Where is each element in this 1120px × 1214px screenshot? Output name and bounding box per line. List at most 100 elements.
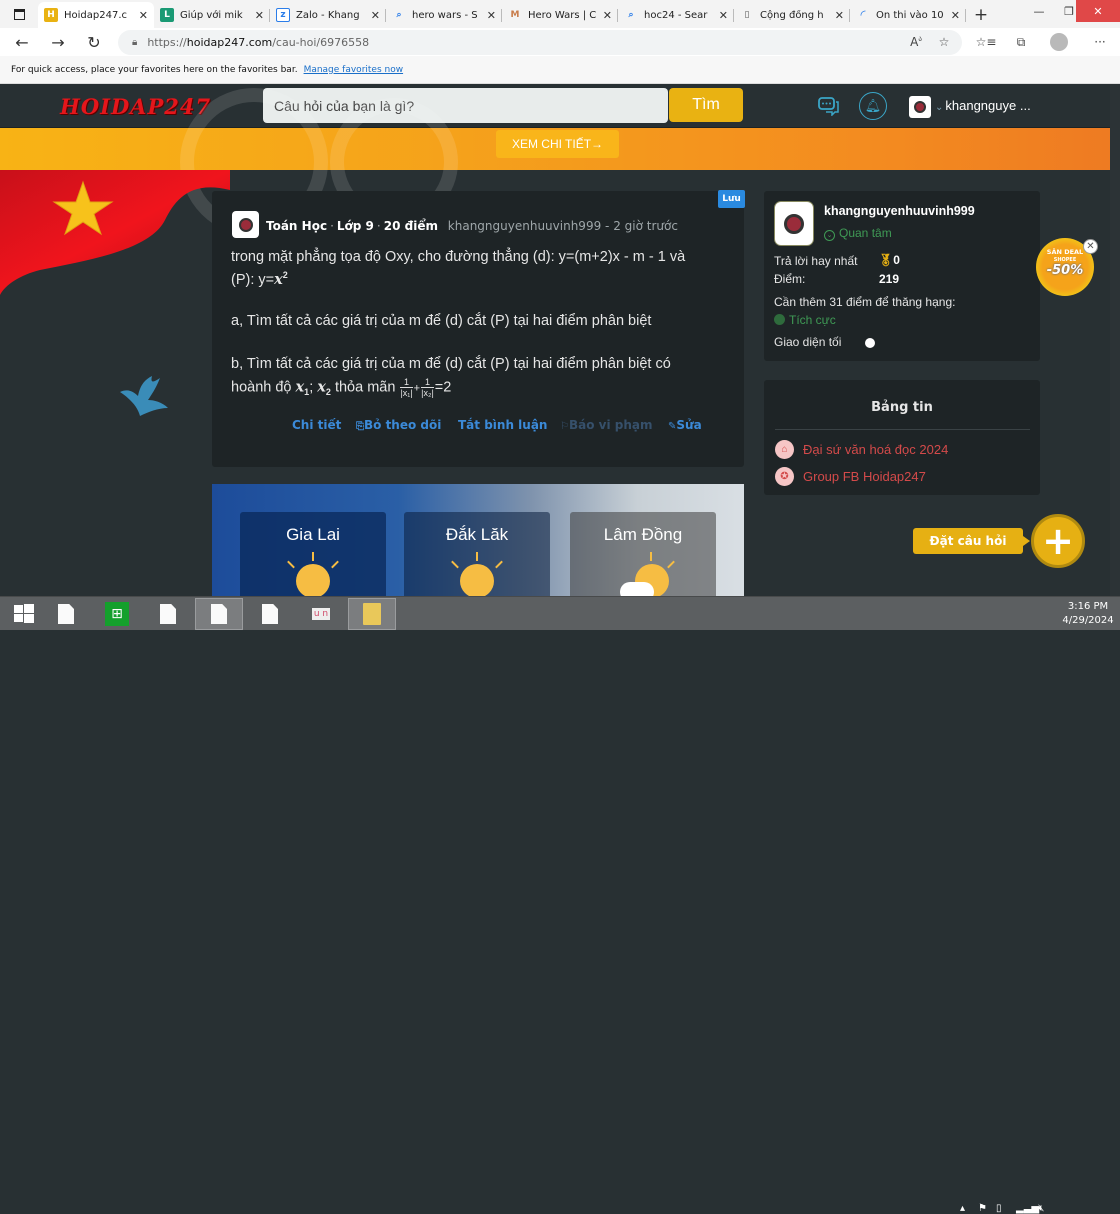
collections-button[interactable]: ⧉	[1010, 32, 1032, 52]
refresh-button[interactable]: ↻	[76, 28, 112, 56]
header-avatar[interactable]	[909, 96, 931, 118]
favorites-bar: For quick access, place your favorites h…	[0, 56, 1120, 84]
taskbar-clock[interactable]: 3:16 PM 4/29/2024	[1060, 600, 1116, 628]
close-tab-icon[interactable]: ✕	[719, 9, 728, 22]
rank-name: Tích cực	[774, 313, 836, 327]
add-favorite-button[interactable]: ☆	[933, 32, 955, 52]
back-button[interactable]: ←	[4, 28, 40, 56]
browser-tab[interactable]: ◜ Ôn thi vào 10 ✕	[850, 2, 966, 28]
browser-tab[interactable]: ⌕ hoc24 - Sear ✕	[618, 2, 734, 28]
unfollow-link[interactable]: ⎘Bỏ theo dõi	[356, 418, 441, 432]
close-tab-icon[interactable]: ✕	[255, 9, 264, 22]
dark-mode-toggle[interactable]	[853, 336, 883, 350]
browser-tab[interactable]: z Zalo - Khang ✕	[270, 2, 386, 28]
news-item-label: Group FB Hoidap247	[803, 469, 926, 484]
messages-button[interactable]	[818, 96, 840, 117]
plus-icon: +	[1042, 519, 1074, 563]
author-avatar[interactable]	[232, 211, 259, 238]
device-icon[interactable]: ▯	[996, 1203, 1002, 1214]
weather-card[interactable]: Lâm Đồng	[570, 512, 716, 596]
tab-actions-button[interactable]	[0, 0, 38, 28]
edit-label: Sửa	[676, 418, 702, 432]
disable-comments-link[interactable]: Tắt bình luận	[458, 418, 547, 432]
settings-more-button[interactable]: ···	[1089, 32, 1111, 52]
network-signal-icon[interactable]: ▂▃▅	[1016, 1203, 1039, 1214]
lock-icon: 🔒︎	[132, 37, 138, 48]
taskbar-app-active[interactable]	[195, 598, 243, 630]
edit-link[interactable]: ✎Sửa	[668, 418, 702, 432]
close-promo-button[interactable]: ✕	[1083, 239, 1098, 254]
question-part-b: b, Tìm tất cả các giá trị của m để (d) c…	[231, 356, 671, 372]
profile-button[interactable]	[1048, 32, 1070, 52]
math-var: x	[295, 378, 305, 396]
question-search-input[interactable]: Câu hỏi của bạn là gì?	[263, 88, 668, 123]
weather-card[interactable]: Gia Lai	[240, 512, 386, 596]
action-center-flag-icon[interactable]: ⚑	[978, 1203, 987, 1214]
close-icon: ✕	[1086, 241, 1095, 252]
url-input[interactable]: 🔒︎ https://hoidap247.com/cau-hoi/6976558	[118, 30, 962, 55]
plus-icon: +	[973, 5, 989, 25]
letter-l-favicon: L	[160, 8, 174, 22]
close-tab-icon[interactable]: ✕	[835, 9, 844, 22]
save-badge[interactable]: Lưu	[718, 190, 745, 208]
close-tab-icon[interactable]: ✕	[487, 9, 496, 22]
browser-tab[interactable]: M Hero Wars | C ✕	[502, 2, 618, 28]
browser-tab[interactable]: ⌕ hero wars - S ✕	[386, 2, 502, 28]
read-aloud-button[interactable]: Aა	[905, 32, 927, 52]
taskbar-app[interactable]: u n	[297, 598, 345, 630]
close-tab-icon[interactable]: ✕	[139, 9, 148, 22]
restore-icon: ❐	[1064, 4, 1074, 18]
close-window-button[interactable]: ✕	[1076, 0, 1120, 22]
tab-title: Hoidap247.c	[64, 9, 128, 21]
taskbar-file-explorer[interactable]	[348, 598, 396, 630]
detail-link[interactable]: Chi tiết	[292, 418, 341, 432]
search-button[interactable]: Tìm	[669, 88, 743, 122]
browser-tab[interactable]: ▯ Cộng đồng h ✕	[734, 2, 850, 28]
question-part-b-condition: hoành độ x1; x2 thỏa mãn 1 |x₁| +1 |x₂| =2	[231, 377, 451, 398]
user-menu[interactable]: ⌄ khangnguye ...	[935, 98, 1031, 113]
profile-username[interactable]: khangnguyenhuuvinh999	[824, 204, 975, 218]
start-button[interactable]	[0, 598, 48, 630]
see-details-button[interactable]: XEM CHI TIẾT→	[496, 130, 619, 158]
close-tab-icon[interactable]: ✕	[603, 9, 612, 22]
site-logo[interactable]: HOIDAP247	[60, 94, 211, 119]
taskbar-store[interactable]: ⊞	[93, 598, 141, 630]
forward-button[interactable]: →	[40, 28, 76, 56]
weather-card[interactable]: Đắk Lăk	[404, 512, 550, 596]
close-tab-icon[interactable]: ✕	[371, 9, 380, 22]
text: =2	[434, 379, 452, 396]
news-item[interactable]: ⌂ Đại sứ văn hoá đọc 2024	[775, 440, 948, 459]
read-aloud-icon: Aა	[910, 35, 922, 49]
taskbar-app[interactable]	[144, 598, 192, 630]
ask-question-label[interactable]: Đặt câu hỏi	[913, 528, 1030, 554]
notifications-button[interactable]: 🔔︎	[859, 92, 887, 120]
ask-question-button[interactable]: +	[1031, 514, 1085, 568]
report-link[interactable]: ⚐Báo vi phạm	[560, 418, 652, 432]
browser-tab[interactable]: L Giúp với mik ✕	[154, 2, 270, 28]
page-scrollbar[interactable]	[1110, 84, 1120, 596]
taskbar-app[interactable]	[42, 598, 90, 630]
points-value: 219	[879, 272, 900, 286]
new-tab-button[interactable]: +	[966, 2, 996, 28]
browser-tab-bar: H Hoidap247.c ✕ L Giúp với mik ✕ z Zalo …	[0, 0, 1120, 28]
best-answers-value: 🏅︎0	[878, 253, 900, 267]
favorites-button[interactable]: ☆≡	[975, 32, 997, 52]
manage-favorites-link[interactable]: Manage favorites now	[304, 65, 404, 75]
close-tab-icon[interactable]: ✕	[951, 9, 960, 22]
author-name[interactable]: khangnguyenhuuvinh999	[448, 219, 601, 233]
show-hidden-icons[interactable]: ▴	[960, 1203, 965, 1214]
tab-title: Giúp với mik	[180, 9, 243, 21]
taskbar-app[interactable]	[246, 598, 294, 630]
volume-muted-icon[interactable]: 🔇︎	[1038, 1203, 1044, 1214]
web-page: HOIDAP247 Câu hỏi của bạn là gì? Tìm 🔔︎ …	[0, 84, 1120, 596]
denominator: |x₂|	[421, 388, 434, 398]
browser-tab[interactable]: H Hoidap247.c ✕	[38, 2, 154, 28]
news-item[interactable]: ✪ Group FB Hoidap247	[775, 467, 926, 486]
file-icon	[262, 604, 278, 624]
math-sub: 2	[325, 387, 331, 398]
question-part-a: a, Tìm tất cả các giá trị của m để (d) c…	[231, 313, 652, 329]
profile-avatar[interactable]	[774, 201, 814, 246]
favorites-hint: For quick access, place your favorites h…	[11, 64, 298, 75]
subject-link[interactable]: Toán Học	[266, 219, 327, 233]
follow-button[interactable]: ⌄ Quan tâm	[824, 226, 892, 241]
